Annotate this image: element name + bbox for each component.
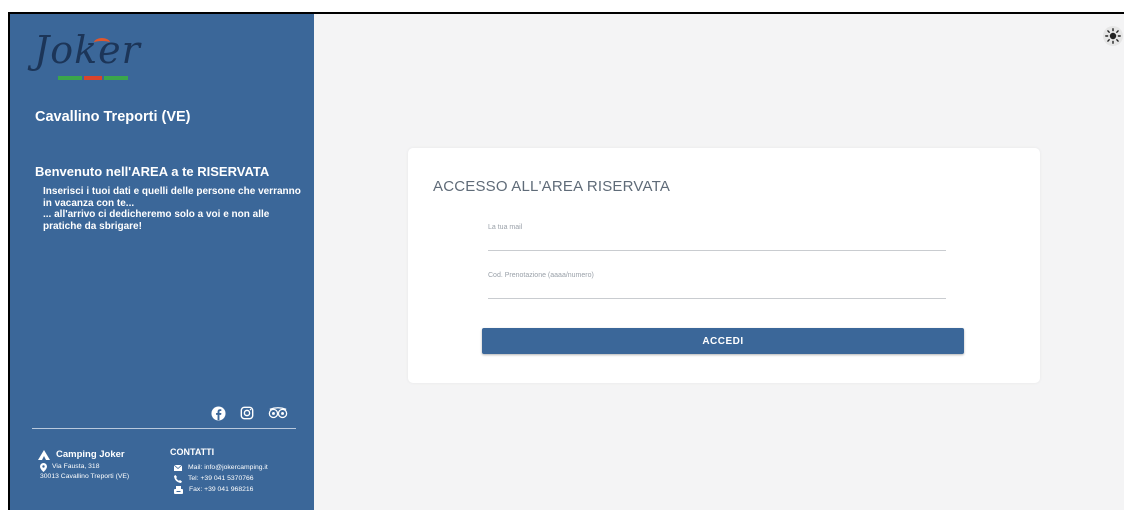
email-label: La tua mail [488, 224, 523, 231]
logo-stripe-green [58, 76, 82, 80]
joker-logo[interactable]: Joker [34, 28, 140, 82]
phone-icon [174, 474, 182, 483]
map-pin-icon [40, 462, 47, 472]
contacts-list: Mail: info@jokercamping.it Tel: +39 041 … [174, 462, 268, 495]
contact-tel[interactable]: Tel: +39 041 5370766 [174, 473, 268, 484]
login-card: ACCESSO ALL'AREA RISERVATA La tua mail C… [408, 148, 1040, 383]
footer-address: Via Fausta, 318 30013 Cavallino Treporti… [40, 462, 129, 482]
welcome-line: Inserisci i tuoi dati e quelli delle per… [43, 186, 301, 197]
booking-field-group: Cod. Prenotazione (aaaa/numero) [488, 272, 946, 299]
logo-wordmark: Joker [34, 28, 141, 72]
welcome-text: Inserisci i tuoi dati e quelli delle per… [43, 186, 313, 232]
email-underline [488, 250, 946, 251]
contacts-title: CONTATTI [170, 447, 215, 457]
booking-code-input[interactable] [488, 282, 946, 296]
tent-icon [38, 449, 50, 460]
email-field-group: La tua mail [488, 224, 946, 251]
login-submit-button[interactable]: ACCEDI [482, 328, 964, 354]
sidebar-divider [32, 428, 296, 429]
contact-fax-text: Fax: +39 041 968216 [189, 485, 254, 493]
footer-brand-name: Camping Joker [56, 449, 125, 460]
email-input[interactable] [488, 234, 946, 248]
logo-swoosh [94, 38, 110, 47]
sun-icon [1105, 28, 1121, 44]
sidebar: Joker Cavallino Treporti (VE) Benvenuto … [10, 14, 314, 510]
welcome-line: pratiche da sbrigare! [43, 220, 142, 232]
welcome-title: Benvenuto nell'AREA a te RISERVATA [35, 164, 270, 179]
contact-mail-text: Mail: info@jokercamping.it [188, 463, 268, 471]
welcome-line: ... all'arrivo ci dedicheremo solo a voi… [43, 209, 270, 220]
contact-fax[interactable]: Fax: +39 041 968216 [174, 484, 268, 495]
facebook-icon[interactable] [209, 404, 227, 422]
instagram-icon[interactable] [238, 404, 256, 422]
theme-toggle-button[interactable] [1103, 26, 1123, 46]
welcome-line: in vacanza con te... [43, 197, 135, 209]
booking-label: Cod. Prenotazione (aaaa/numero) [488, 272, 594, 279]
login-title: ACCESSO ALL'AREA RISERVATA [433, 178, 671, 195]
tripadvisor-icon[interactable] [267, 404, 289, 422]
logo-stripe-red [84, 76, 102, 80]
booking-underline [488, 298, 946, 299]
contact-tel-text: Tel: +39 041 5370766 [188, 474, 254, 482]
logo-stripe-green-2 [104, 76, 128, 80]
mail-icon [174, 464, 182, 471]
page-frame: Joker Cavallino Treporti (VE) Benvenuto … [8, 12, 1124, 510]
contact-mail[interactable]: Mail: info@jokercamping.it [174, 462, 268, 473]
fax-icon [174, 485, 183, 494]
footer-brand: Camping Joker [38, 449, 125, 460]
address-city: 30013 Cavallino Treporti (VE) [40, 473, 130, 480]
address-street: Via Fausta, 318 [52, 463, 100, 470]
location-title: Cavallino Treporti (VE) [35, 109, 191, 125]
